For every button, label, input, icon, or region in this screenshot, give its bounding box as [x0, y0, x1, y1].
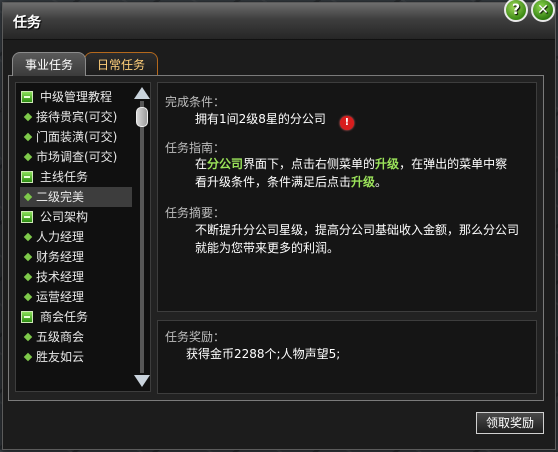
task-item[interactable]: 五级商会 — [20, 327, 132, 347]
scroll-thumb[interactable] — [136, 107, 148, 127]
category-toggle-icon — [21, 171, 33, 183]
category-label: 商会任务 — [40, 310, 89, 324]
summary-text: 不断提升分公司星级，提高分公司基础收入金额，那么分公司 就能为您带来更多的利润。 — [195, 221, 519, 257]
task-item-label: 门面装潢(可交) — [36, 130, 118, 144]
task-item[interactable]: 运营经理 — [20, 287, 132, 307]
condition-label: 完成条件： — [165, 95, 226, 109]
task-item-label: 胜友如云 — [36, 350, 85, 364]
task-bullet-icon — [23, 272, 33, 282]
task-bullet-icon — [23, 352, 33, 362]
task-item-label: 市场调查(可交) — [36, 150, 118, 164]
scroll-up-arrow-icon[interactable] — [134, 87, 150, 99]
task-item-selected[interactable]: 二级完美 — [20, 187, 132, 207]
guide-text: 在分公司界面下，点击右侧菜单的升级，在弹出的菜单中察 看升级条件，条件满足后点击… — [195, 155, 507, 191]
task-bullet-icon — [23, 152, 33, 162]
category-label: 中级管理教程 — [40, 90, 113, 104]
task-list-panel: 中级管理教程 接待贵宾(可交) 门面装潢(可交) 市场调查(可交) 主线任务 二… — [15, 82, 151, 392]
task-item[interactable]: 财务经理 — [20, 247, 132, 267]
task-reward-panel: 任务奖励： 获得金币2288个;人物声望5; — [157, 320, 537, 394]
guide-part: 。 — [375, 175, 388, 189]
summary-line-2: 就能为您带来更多的利润。 — [195, 241, 340, 255]
summary-label: 任务摘要： — [165, 206, 226, 220]
guide-line-1: 在分公司界面下，点击右侧菜单的升级，在弹出的菜单中察 — [195, 155, 507, 173]
guide-label: 任务指南： — [165, 141, 226, 155]
guide-part: 界面下，点击右侧菜单的 — [243, 157, 376, 171]
task-item[interactable]: 胜友如云 — [20, 347, 132, 367]
tab-career-tasks[interactable]: 事业任务 — [12, 52, 86, 76]
category-label: 主线任务 — [40, 170, 89, 184]
guide-highlight-branch: 分公司 — [207, 157, 244, 171]
guide-highlight-upgrade: 升级 — [375, 157, 400, 171]
scroll-track[interactable] — [140, 101, 144, 373]
guide-part: 看升级条件，条件满足后点击 — [195, 175, 352, 189]
category-toggle-icon — [21, 91, 33, 103]
task-bullet-icon — [23, 332, 33, 342]
window-title: 任务 — [13, 15, 41, 31]
guide-part: 在 — [195, 157, 208, 171]
category-toggle-icon — [21, 211, 33, 223]
task-item-label: 五级商会 — [36, 330, 85, 344]
warning-icon: ! — [339, 116, 354, 130]
task-item[interactable]: 技术经理 — [20, 267, 132, 287]
task-bullet-icon — [23, 232, 33, 242]
task-bullet-icon — [23, 192, 33, 202]
task-item-label: 接待贵宾(可交) — [36, 110, 118, 124]
task-detail-panel: 完成条件： 拥有1间2级8星的分公司! 任务指南： 在分公司界面下，点击右侧菜单… — [157, 82, 537, 312]
content-frame: 中级管理教程 接待贵宾(可交) 门面装潢(可交) 市场调查(可交) 主线任务 二… — [8, 75, 544, 401]
tab-daily-tasks[interactable]: 日常任务 — [84, 52, 158, 76]
condition-text: 拥有1间2级8星的分公司! — [195, 110, 354, 130]
condition-value: 拥有1间2级8星的分公司 — [195, 112, 326, 126]
task-item-label: 运营经理 — [36, 290, 85, 304]
claim-reward-button[interactable]: 领取奖励 — [476, 412, 544, 434]
task-item-label: 二级完美 — [36, 190, 85, 204]
task-category-chamber[interactable]: 商会任务 — [20, 307, 132, 327]
task-item[interactable]: 市场调查(可交) — [20, 147, 132, 167]
reward-label: 任务奖励： — [165, 330, 226, 344]
category-toggle-icon — [21, 311, 33, 323]
summary-line-1: 不断提升分公司星级，提高分公司基础收入金额，那么分公司 — [195, 223, 520, 237]
task-bullet-icon — [23, 112, 33, 122]
task-item-label: 财务经理 — [36, 250, 85, 264]
task-item-label: 技术经理 — [36, 270, 85, 284]
task-list: 中级管理教程 接待贵宾(可交) 门面装潢(可交) 市场调查(可交) 主线任务 二… — [20, 87, 132, 367]
task-item-label: 人力经理 — [36, 230, 85, 244]
task-bullet-icon — [23, 252, 33, 262]
task-item[interactable]: 人力经理 — [20, 227, 132, 247]
scroll-down-arrow-icon[interactable] — [134, 375, 150, 387]
guide-highlight-upgrade: 升级 — [351, 175, 376, 189]
task-category-main[interactable]: 主线任务 — [20, 167, 132, 187]
task-bullet-icon — [23, 292, 33, 302]
task-bullet-icon — [23, 132, 33, 142]
task-category-mid-management[interactable]: 中级管理教程 — [20, 87, 132, 107]
task-category-company-structure[interactable]: 公司架构 — [20, 207, 132, 227]
guide-line-2: 看升级条件，条件满足后点击升级。 — [195, 173, 507, 191]
reward-text: 获得金币2288个;人物声望5; — [186, 347, 341, 361]
task-item[interactable]: 接待贵宾(可交) — [20, 107, 132, 127]
title-bar[interactable]: 任务 — [3, 3, 555, 40]
task-list-scrollbar[interactable] — [134, 85, 150, 389]
guide-part: ，在弹出的菜单中察 — [399, 157, 508, 171]
task-item[interactable]: 门面装潢(可交) — [20, 127, 132, 147]
category-label: 公司架构 — [40, 210, 89, 224]
